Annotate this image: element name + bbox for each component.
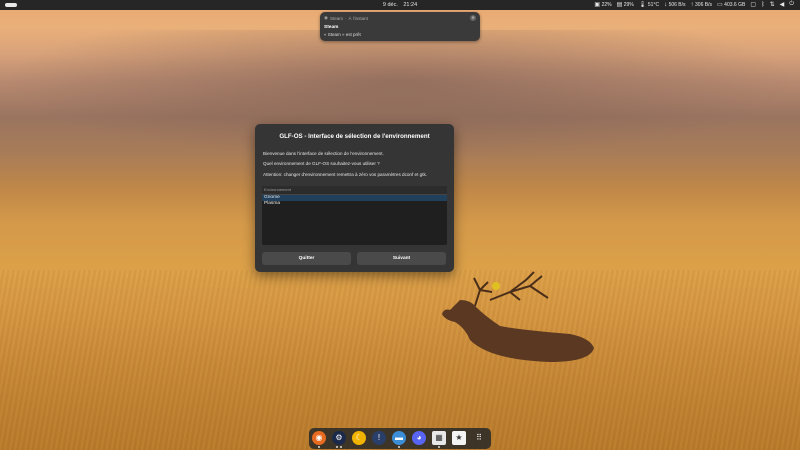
list-item-plasma[interactable]: Plasma [262,201,447,207]
steam-icon[interactable]: ⚙ [332,431,346,445]
download-icon: ↓ [664,1,668,8]
running-indicator [318,446,320,448]
lutris-icon[interactable]: ! [372,431,386,445]
running-indicator [438,446,440,448]
background-grass [0,270,800,450]
notification-separator: · [344,15,347,21]
memory-icon: ▤ [616,2,623,8]
system-indicators[interactable]: ▣ 22% ▤ 29% 🌡 51°C ↓ 506 B/s ↑ 306 B/s ▭ 403.6… [594,1,794,8]
heroic-launcher-icon[interactable]: ☾ [352,431,366,445]
firefox-icon[interactable]: ◉ [312,431,326,445]
steam-icon: ◉ [324,15,328,20]
disk-indicator: ▭ 403.6 GB [717,1,746,9]
dock: ◉ ⚙ ☾ ! ▬ ◕ ▦ ★ ⠿ [309,428,491,449]
notification-banner[interactable]: ◉ Steam · À l'instant ✕ Steam « Steam » … [320,12,480,41]
environment-selection-dialog: GLF-OS - Interface de sélection de l'env… [255,124,454,272]
upload-icon: ↑ [690,1,694,8]
temperature-value: 51°C [647,1,660,8]
notification-header: ◉ Steam · À l'instant [324,15,368,21]
top-bar: 9 déc. 21:24 ▣ 22% ▤ 29% 🌡 51°C ↓ 506 B/s ↑ 3… [0,0,800,10]
disk-value: 403.6 GB [724,1,746,8]
cpu-icon: ▣ [594,2,601,8]
memory-value: 29% [623,1,634,8]
app-grid-icon[interactable]: ⠿ [472,431,486,445]
notification-title: Steam [324,25,339,30]
dialog-title: GLF-OS - Interface de sélection de l'env… [279,133,430,140]
memory-indicator: ▤ 29% [616,1,634,9]
cpu-value: 22% [601,1,612,8]
bluetooth-icon[interactable]: ᛒ [761,2,765,8]
screen-icon[interactable]: ▢ [750,1,756,8]
download-indicator: ↓ 506 B/s [664,2,685,8]
environment-list[interactable]: Environnement Gnome Plasma [262,186,447,245]
download-value: 506 B/s [668,1,686,8]
temperature-indicator: 🌡 51°C [638,1,660,9]
dialog-question-text: Quel environnement de GLF-OS souhaitez-v… [263,161,380,166]
deer-image [442,271,594,362]
upload-value: 306 B/s [695,1,712,8]
notification-app: Steam [329,15,343,21]
software-store-icon[interactable]: ★ [452,431,466,445]
network-icon[interactable]: ⇅ [770,1,775,8]
close-icon[interactable]: ✕ [470,15,476,21]
next-button[interactable]: Suivant [357,252,446,265]
volume-icon[interactable]: ◀ [780,1,785,8]
files-icon[interactable]: ▬ [392,431,406,445]
running-indicator [340,446,342,448]
upload-indicator: ↑ 306 B/s [691,2,712,8]
running-indicator [336,446,338,448]
thermometer-icon: 🌡 [638,2,647,8]
disk-icon: ▭ [717,2,723,8]
clock-date: 9 déc. [382,2,398,8]
document-viewer-icon[interactable]: ▦ [432,431,446,445]
notification-body: « Steam » est prêt [324,32,361,37]
discord-icon[interactable]: ◕ [412,431,426,445]
dialog-warning-text: Attention: changer d'environnement remet… [263,172,428,177]
notification-time: À l'instant [348,15,368,21]
running-indicator [398,446,400,448]
quit-button[interactable]: Quitter [262,252,351,265]
clock-time: 21:24 [403,2,418,8]
cpu-indicator: ▣ 22% [594,1,612,9]
list-header: Environnement [262,186,447,195]
dialog-welcome-text: Bienvenue dans l'interface de sélection … [263,151,384,156]
power-icon[interactable]: ⏻ [789,1,794,8]
